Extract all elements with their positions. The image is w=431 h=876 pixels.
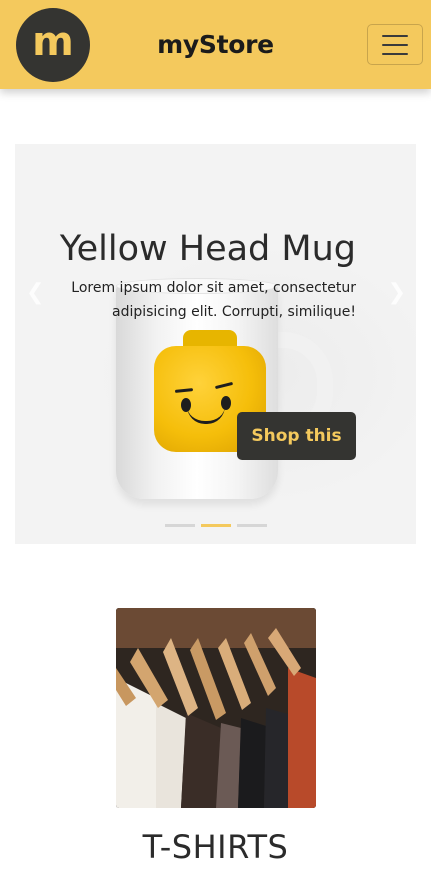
carousel-indicator[interactable] — [237, 524, 267, 527]
carousel-indicators — [165, 524, 267, 528]
hero-carousel: ❮ ❯ Yellow Head Mug Lorem ipsum dolor si… — [15, 144, 416, 544]
hamburger-icon — [382, 34, 408, 37]
slide-caption: Yellow Head Mug Lorem ipsum dolor sit am… — [36, 228, 356, 324]
category-title[interactable]: T-SHIRTS — [0, 828, 431, 866]
slide-text: Lorem ipsum dolor sit amet, consectetur … — [71, 280, 356, 320]
menu-toggle-button[interactable] — [367, 24, 423, 65]
navbar: m myStore — [0, 0, 431, 89]
carousel-indicator-active[interactable] — [201, 524, 231, 527]
carousel-indicator[interactable] — [165, 524, 195, 527]
shop-this-button[interactable]: Shop this — [237, 412, 356, 460]
category-card-image[interactable] — [116, 608, 316, 808]
chevron-right-icon[interactable]: ❯ — [388, 280, 406, 305]
tshirts-image — [116, 608, 316, 808]
slide-title: Yellow Head Mug — [59, 229, 356, 269]
